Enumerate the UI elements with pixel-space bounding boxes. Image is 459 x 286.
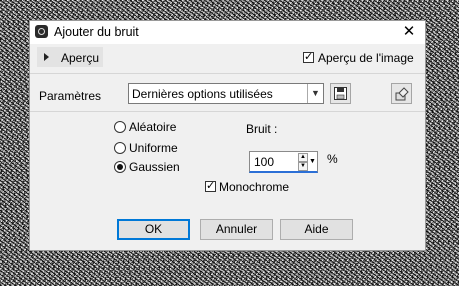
noise-amount-stepper[interactable]: 100 ▲ ▼ ▼ [249, 151, 318, 173]
save-icon [334, 87, 347, 100]
decrement-arrow-icon[interactable]: ▼ [298, 162, 308, 171]
preset-value: Dernières options utilisées [132, 87, 273, 101]
radio-aleatoire-label: Aléatoire [129, 120, 177, 134]
title-bar: Ajouter du bruit ✕ [30, 21, 425, 44]
dropdown-arrow-icon[interactable]: ▼ [308, 153, 317, 171]
preset-manager-button[interactable] [391, 83, 412, 104]
preset-manager-icon [395, 87, 409, 101]
percent-unit: % [327, 152, 338, 166]
noise-label: Bruit : [246, 122, 278, 136]
expand-arrow-icon [44, 53, 49, 61]
monochrome-checkbox[interactable]: ✓ [205, 181, 216, 192]
spin-buttons: ▲ ▼ [298, 153, 308, 171]
image-preview-checkbox[interactable]: ✓ [303, 52, 314, 63]
preset-dropdown[interactable]: Dernières options utilisées ▼ [128, 83, 324, 104]
increment-arrow-icon[interactable]: ▲ [298, 153, 308, 162]
save-preset-button[interactable] [330, 83, 351, 104]
divider [30, 73, 425, 74]
parameters-label: Paramètres [39, 89, 102, 103]
radio-uniforme-label: Uniforme [129, 141, 178, 155]
ok-button[interactable]: OK [117, 219, 190, 240]
add-noise-dialog: Ajouter du bruit ✕ Aperçu ✓ Aperçu de l'… [29, 20, 426, 251]
close-button[interactable]: ✕ [398, 22, 420, 42]
radio-gaussien[interactable] [114, 161, 126, 173]
radio-gaussien-label: Gaussien [129, 160, 180, 174]
preview-toggle-label: Aperçu [61, 51, 100, 65]
monochrome-label: Monochrome [219, 180, 290, 194]
camera-icon [35, 25, 48, 38]
image-preview-label: Aperçu de l'image [318, 51, 414, 65]
radio-uniforme[interactable] [114, 142, 126, 154]
cancel-button[interactable]: Annuler [200, 219, 273, 240]
noise-amount-value: 100 [254, 155, 275, 169]
divider [30, 111, 425, 112]
chevron-down-icon[interactable]: ▼ [307, 84, 323, 103]
window-title: Ajouter du bruit [54, 25, 139, 39]
preview-toggle-button[interactable]: Aperçu [37, 47, 103, 67]
radio-aleatoire[interactable] [114, 121, 126, 133]
help-button[interactable]: Aide [280, 219, 353, 240]
